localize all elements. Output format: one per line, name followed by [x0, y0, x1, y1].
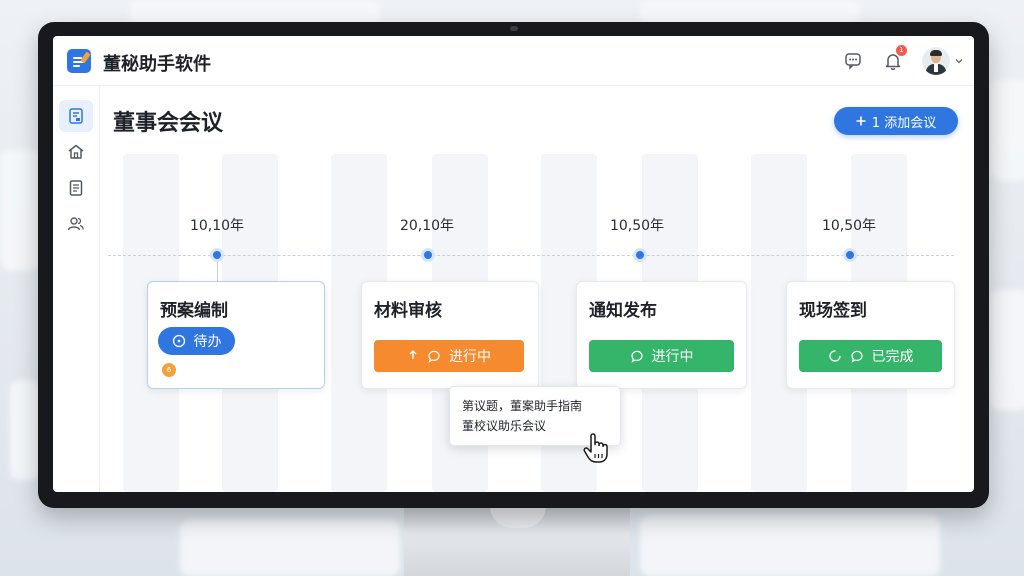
bell-icon[interactable]: 1: [882, 45, 907, 72]
milestone-title: 材料审核: [374, 301, 442, 321]
avatar[interactable]: [922, 47, 950, 75]
background-shape: [0, 150, 40, 270]
monitor: 董秘助手软件 1 董事会会议 1 添加会议 10,10年 预案编制 待办 6 2…: [38, 22, 989, 508]
sidebar-item-files[interactable]: [59, 172, 93, 204]
background-shape: [990, 290, 1024, 410]
milestone-year: 10,10年: [189, 218, 245, 234]
milestone-year: 10,50年: [821, 218, 877, 234]
sidebar-item-users[interactable]: [59, 208, 93, 240]
background-shape: [640, 515, 940, 576]
status-badge-todo[interactable]: 待办: [158, 327, 235, 355]
file-icon: [69, 180, 83, 196]
notification-badge: 1: [896, 45, 907, 56]
sidebar-item-home[interactable]: [59, 136, 93, 168]
status-label: 进行中: [651, 349, 694, 365]
status-label: 待办: [193, 334, 222, 350]
milestone-card[interactable]: 现场签到 已完成: [786, 281, 955, 389]
timeline-axis: [108, 255, 954, 256]
tooltip-line: 第议题，董案助手指南: [462, 399, 583, 413]
comment-icon: [428, 350, 440, 363]
milestone-dot[interactable]: [843, 248, 857, 262]
sidebar: [53, 86, 100, 492]
app-logo-icon: [67, 49, 91, 73]
top-actions: 1: [842, 45, 964, 76]
add-meeting-label: 1 添加会议: [871, 115, 937, 131]
background-shape: [180, 520, 400, 576]
background-shape: [10, 380, 40, 480]
hand-cursor-icon: [583, 433, 608, 463]
comment-icon: [850, 350, 863, 363]
top-bar: 董秘助手软件 1: [53, 36, 974, 86]
background-shape: [990, 80, 1024, 180]
comment-icon: [630, 350, 643, 363]
plus-icon: [856, 116, 866, 126]
pin-icon: [409, 350, 417, 359]
camera: [510, 26, 518, 31]
status-badge-in-progress[interactable]: 进行中: [589, 340, 734, 372]
document-icon: [69, 108, 83, 124]
milestone-year: 10,50年: [609, 218, 665, 234]
users-icon: [67, 217, 84, 231]
milestone-card[interactable]: 通知发布 进行中: [576, 281, 747, 389]
clock-icon: [172, 334, 185, 348]
count-badge: 6: [162, 363, 176, 377]
milestone-card[interactable]: 材料审核 进行中: [361, 281, 539, 389]
page-title: 董事会会议: [113, 111, 224, 136]
loading-icon: [828, 350, 841, 362]
status-label: 已完成: [871, 349, 914, 365]
milestone-dot[interactable]: [421, 248, 435, 262]
add-meeting-button[interactable]: 1 添加会议: [834, 107, 958, 135]
milestone-connector: [217, 262, 218, 282]
chat-icon[interactable]: [842, 50, 864, 72]
milestone-title: 现场签到: [799, 301, 867, 321]
status-badge-done[interactable]: 已完成: [799, 340, 942, 372]
milestone-year: 20,10年: [399, 218, 455, 234]
home-icon: [68, 144, 84, 159]
milestone-dot[interactable]: [210, 248, 224, 262]
status-badge-in-progress[interactable]: 进行中: [374, 340, 524, 372]
status-label: 进行中: [449, 349, 491, 365]
milestone-title: 预案编制: [160, 301, 228, 321]
app-window: 董秘助手软件 1 董事会会议 1 添加会议 10,10年 预案编制 待办 6 2…: [53, 36, 974, 492]
user-menu[interactable]: [922, 47, 964, 75]
milestone-title: 通知发布: [589, 301, 657, 321]
sidebar-item-documents[interactable]: [59, 100, 93, 132]
chevron-down-icon: [955, 59, 963, 64]
milestone-dot[interactable]: [633, 248, 647, 262]
app-name: 董秘助手软件: [103, 54, 211, 75]
